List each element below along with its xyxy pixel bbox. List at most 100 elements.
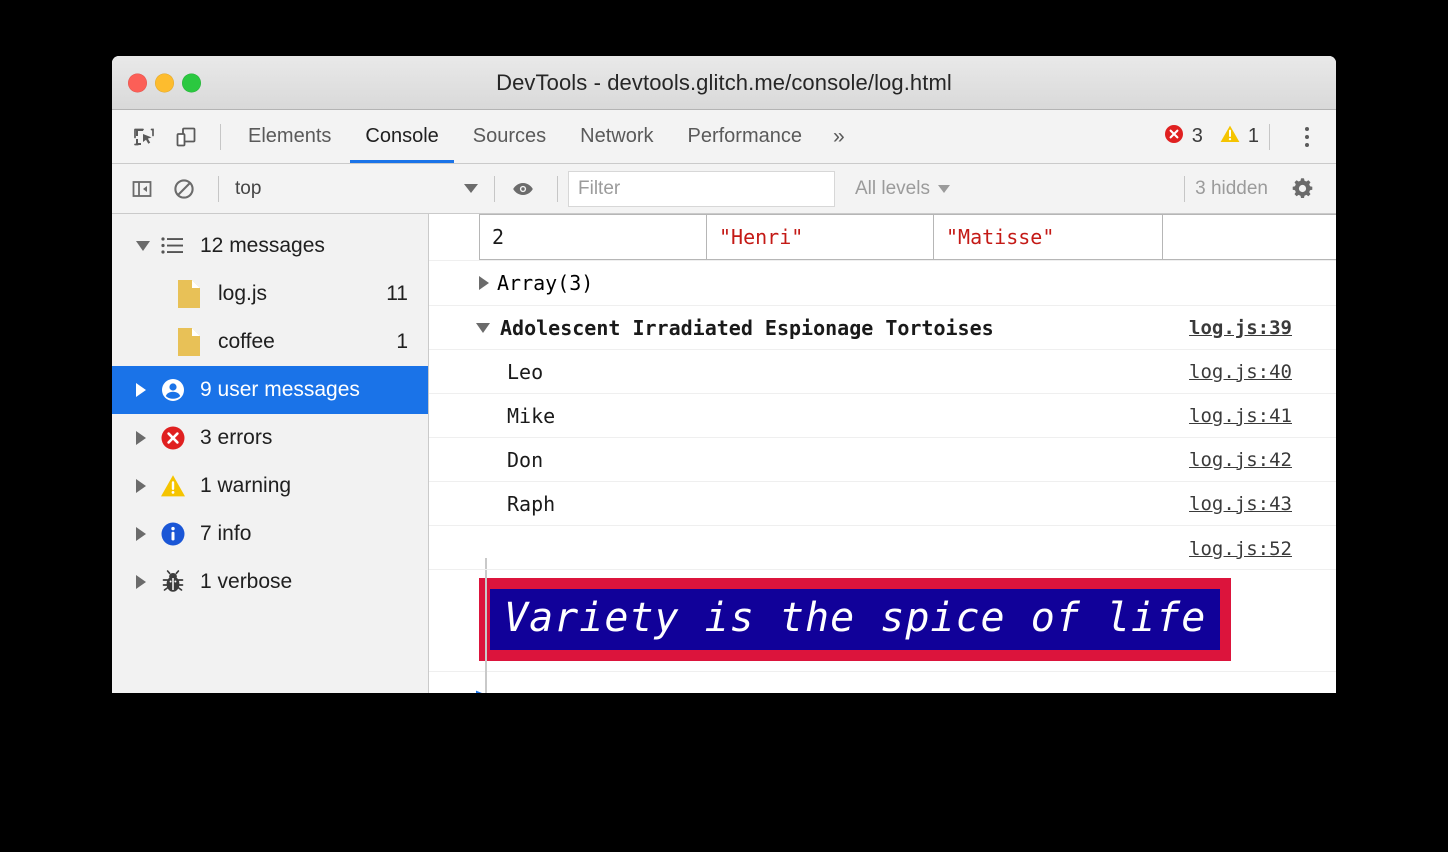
expand-triangle-right-icon[interactable] bbox=[136, 575, 158, 589]
sidebar-item-logjs[interactable]: log.js 11 bbox=[112, 270, 428, 318]
tab-network-label: Network bbox=[580, 125, 653, 148]
warning-count-group[interactable]: 1 bbox=[1219, 123, 1259, 151]
hidden-messages-label[interactable]: 3 hidden bbox=[1195, 178, 1268, 200]
status-divider bbox=[1269, 124, 1270, 150]
source-link[interactable]: log.js:42 bbox=[1189, 449, 1292, 471]
toolbar-divider-1 bbox=[218, 176, 219, 202]
toolbar-divider-4 bbox=[1184, 176, 1185, 202]
warning-count-label: 1 bbox=[1248, 125, 1259, 148]
device-toolbar-icon[interactable] bbox=[168, 120, 204, 154]
table-cell-value bbox=[1163, 215, 1337, 260]
clear-console-icon[interactable] bbox=[166, 172, 202, 206]
execution-context-value: top bbox=[235, 178, 261, 200]
window-titlebar: DevTools - devtools.glitch.me/console/lo… bbox=[112, 56, 1336, 110]
sidebar-item-coffee[interactable]: coffee 1 bbox=[112, 318, 428, 366]
tab-performance-label: Performance bbox=[688, 125, 803, 148]
console-group-item: Leo log.js:40 bbox=[429, 350, 1336, 394]
expand-triangle-right-icon[interactable] bbox=[479, 276, 489, 290]
source-link[interactable]: log.js:41 bbox=[1189, 405, 1292, 427]
tab-network[interactable]: Network bbox=[563, 110, 670, 163]
console-group-item: Raph log.js:43 bbox=[429, 482, 1336, 526]
table-row: 2 "Henri" "Matisse" bbox=[480, 215, 1337, 260]
sidebar-item-label: 7 info bbox=[200, 522, 414, 546]
tab-overflow-button[interactable]: » bbox=[819, 110, 859, 163]
tab-console[interactable]: Console bbox=[348, 110, 455, 163]
minimize-window-button[interactable] bbox=[155, 73, 174, 92]
console-toolbar: top Filter All levels 3 hidd bbox=[112, 164, 1336, 214]
sidebar-item-user-messages[interactable]: 9 user messages bbox=[112, 366, 428, 414]
execution-context-select[interactable]: top bbox=[229, 178, 484, 200]
devtools-body: 12 messages log.js 11 bbox=[112, 214, 1336, 693]
console-message-text: Don bbox=[507, 448, 543, 472]
sidebar-item-count: 11 bbox=[386, 282, 414, 306]
console-scrollbar[interactable] bbox=[1332, 214, 1336, 693]
console-message-list[interactable]: 2 "Henri" "Matisse" Array(3) Adoles bbox=[429, 214, 1336, 693]
expand-triangle-down-icon[interactable] bbox=[136, 241, 158, 251]
console-group-header[interactable]: Adolescent Irradiated Espionage Tortoise… bbox=[429, 306, 1336, 350]
sidebar-item-verbose[interactable]: 1 verbose bbox=[112, 558, 428, 606]
toolbar-right-group: 3 hidden bbox=[1174, 172, 1326, 206]
console-group-indent-bar bbox=[485, 558, 487, 693]
sidebar-item-messages[interactable]: 12 messages bbox=[112, 222, 428, 270]
bug-icon bbox=[158, 568, 188, 596]
sidebar-item-info[interactable]: 7 info bbox=[112, 510, 428, 558]
filter-placeholder: Filter bbox=[578, 178, 620, 200]
table-cell-index: 2 bbox=[480, 215, 707, 260]
warning-icon bbox=[158, 472, 188, 500]
traffic-lights bbox=[128, 73, 201, 92]
tab-console-label: Console bbox=[365, 125, 438, 148]
kebab-dot bbox=[1305, 127, 1309, 131]
kebab-dot bbox=[1305, 143, 1309, 147]
tab-sources[interactable]: Sources bbox=[456, 110, 563, 163]
expand-triangle-right-icon[interactable] bbox=[136, 527, 158, 541]
console-array-label: Array(3) bbox=[497, 271, 593, 295]
chevron-down-icon bbox=[938, 185, 950, 193]
expand-triangle-right-icon[interactable] bbox=[136, 479, 158, 493]
tab-elements[interactable]: Elements bbox=[231, 110, 348, 163]
console-message-text: Mike bbox=[507, 404, 555, 428]
file-icon bbox=[174, 279, 204, 309]
filter-input[interactable]: Filter bbox=[568, 171, 835, 207]
kebab-dot bbox=[1305, 135, 1309, 139]
tabbar-divider bbox=[220, 124, 221, 150]
tab-elements-label: Elements bbox=[248, 125, 331, 148]
sidebar-item-errors[interactable]: 3 errors bbox=[112, 414, 428, 462]
collapse-triangle-down-icon[interactable] bbox=[476, 323, 490, 333]
sidebar-item-count: 1 bbox=[396, 330, 414, 354]
source-link[interactable]: log.js:40 bbox=[1189, 361, 1292, 383]
more-options-icon[interactable] bbox=[1292, 127, 1322, 147]
list-icon bbox=[158, 236, 188, 256]
console-message-text: Leo bbox=[507, 360, 543, 384]
source-link[interactable]: log.js:52 bbox=[1189, 538, 1292, 560]
table-cell-value: "Matisse" bbox=[934, 215, 1163, 260]
styled-message-box: Variety is the spice of life bbox=[479, 578, 1231, 661]
console-array-message[interactable]: Array(3) bbox=[429, 261, 1336, 306]
sidebar-item-warning[interactable]: 1 warning bbox=[112, 462, 428, 510]
tab-performance[interactable]: Performance bbox=[671, 110, 820, 163]
source-link[interactable]: log.js:43 bbox=[1189, 493, 1292, 515]
console-message-text: Raph bbox=[507, 492, 555, 516]
error-count-group[interactable]: 3 bbox=[1163, 123, 1203, 151]
console-group-item: Don log.js:42 bbox=[429, 438, 1336, 482]
expand-triangle-right-icon[interactable] bbox=[136, 383, 158, 397]
user-icon bbox=[158, 377, 188, 403]
console-prompt-row[interactable]: > bbox=[429, 672, 1336, 693]
expand-triangle-right-icon[interactable] bbox=[136, 431, 158, 445]
close-window-button[interactable] bbox=[128, 73, 147, 92]
sidebar-item-label: 12 messages bbox=[200, 234, 408, 258]
source-link[interactable]: log.js:39 bbox=[1189, 317, 1292, 339]
console-styled-message: Variety is the spice of life bbox=[429, 570, 1336, 672]
info-icon bbox=[158, 520, 188, 548]
live-expression-eye-icon[interactable] bbox=[505, 172, 541, 206]
table-cell-value: "Henri" bbox=[707, 215, 934, 260]
devtools-window: DevTools - devtools.glitch.me/console/lo… bbox=[112, 56, 1336, 693]
log-levels-select[interactable]: All levels bbox=[855, 178, 950, 200]
warning-icon bbox=[1219, 123, 1241, 151]
inspect-element-icon[interactable] bbox=[126, 120, 162, 154]
toolbar-divider-2 bbox=[494, 176, 495, 202]
maximize-window-button[interactable] bbox=[182, 73, 201, 92]
gear-icon[interactable] bbox=[1284, 172, 1320, 206]
screenshot-root: DevTools - devtools.glitch.me/console/lo… bbox=[0, 0, 1448, 852]
tab-list: Elements Console Sources Network Perform… bbox=[231, 110, 859, 163]
console-sidebar-toggle-icon[interactable] bbox=[124, 172, 160, 206]
